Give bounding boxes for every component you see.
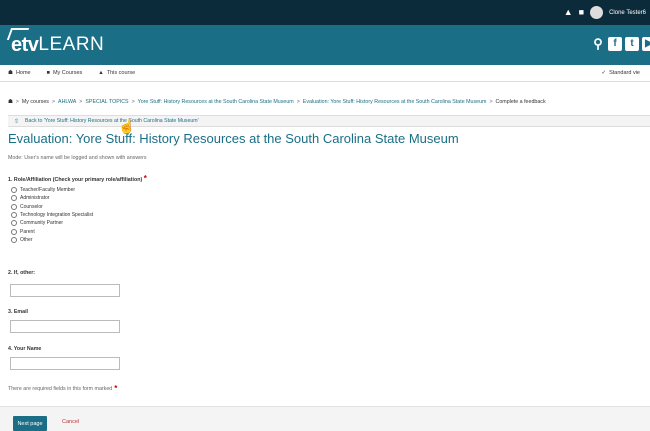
bell-icon[interactable]: ▲ bbox=[564, 0, 573, 25]
site-logo[interactable]: etv LEARN bbox=[6, 28, 105, 59]
question-4-label: 4. Your Name bbox=[8, 346, 42, 352]
breadcrumb-item[interactable]: Yore Stuff: History Resources at the Sou… bbox=[138, 99, 294, 105]
nav-this-course-label: This course bbox=[106, 70, 136, 76]
nav-my-courses[interactable]: ■ My Courses bbox=[47, 70, 83, 76]
radio-option[interactable]: Teacher/Faculty Member bbox=[11, 186, 93, 194]
breadcrumb-separator: > bbox=[131, 99, 135, 105]
required-notice: There are required fields in this form m… bbox=[8, 384, 117, 393]
home-icon: ☗ bbox=[8, 70, 13, 76]
user-name[interactable]: Clone Tester6 bbox=[609, 10, 646, 16]
youtube-icon[interactable]: ▶ bbox=[642, 37, 650, 51]
radio-button[interactable] bbox=[11, 228, 17, 235]
facebook-icon[interactable]: f bbox=[608, 37, 622, 51]
breadcrumb: ☗ > My courses > AHLWA > SPECIAL TOPICS … bbox=[0, 95, 650, 109]
radio-label: Other bbox=[20, 236, 33, 243]
search-icon[interactable]: ⚲ bbox=[591, 37, 605, 51]
question-1-label: 1. Role/Affiliation (Check your primary … bbox=[8, 177, 143, 183]
next-page-button[interactable]: Next page bbox=[13, 416, 47, 431]
navbar: ☗ Home ■ My Courses ▲ This course ✓ Stan… bbox=[0, 65, 650, 82]
radio-option[interactable]: Other bbox=[11, 236, 93, 244]
form-footer: Next page Cancel bbox=[0, 406, 650, 431]
question-2-label: 2. If, other: bbox=[8, 270, 36, 276]
breadcrumb-item[interactable]: Evaluation: Yore Stuff: History Resource… bbox=[303, 99, 487, 105]
radio-label: Parent bbox=[20, 228, 35, 235]
breadcrumb-separator: > bbox=[296, 99, 300, 105]
chat-icon[interactable]: ■ bbox=[579, 0, 584, 25]
courses-icon: ■ bbox=[46, 70, 50, 76]
avatar[interactable] bbox=[590, 6, 604, 19]
radio-label: Administrator bbox=[20, 195, 50, 202]
page-title: Evaluation: Yore Stuff: History Resource… bbox=[8, 131, 459, 146]
role-options: Teacher/Faculty Member Administrator Cou… bbox=[11, 186, 93, 244]
radio-option[interactable]: Community Partner bbox=[11, 219, 93, 227]
radio-option[interactable]: Administrator bbox=[11, 194, 93, 202]
required-icon: * bbox=[143, 174, 147, 183]
top-bar: ▲ ■ Clone Tester6 bbox=[0, 0, 650, 25]
radio-button[interactable] bbox=[11, 203, 17, 210]
wrench-icon: ✓ bbox=[601, 70, 607, 76]
radio-button[interactable] bbox=[11, 195, 17, 202]
top-bar-right: ▲ ■ Clone Tester6 bbox=[564, 0, 650, 25]
required-icon: * bbox=[114, 384, 118, 393]
radio-button[interactable] bbox=[11, 220, 17, 227]
radio-option[interactable]: Parent bbox=[11, 227, 93, 235]
breadcrumb-item[interactable]: My courses bbox=[22, 99, 49, 105]
nav-my-courses-label: My Courses bbox=[52, 70, 83, 76]
radio-button[interactable] bbox=[11, 236, 17, 243]
radio-label: Technology Integration Specialist bbox=[20, 212, 94, 219]
radio-button[interactable] bbox=[11, 212, 17, 219]
sitemap-icon: ▲ bbox=[98, 70, 104, 76]
nav-standard-view[interactable]: ✓ Standard vie bbox=[602, 70, 641, 76]
radio-option[interactable]: Counselor bbox=[11, 203, 93, 211]
radio-label: Community Partner bbox=[20, 220, 64, 227]
arrow-up-icon: ⇧ bbox=[14, 118, 20, 125]
radio-option[interactable]: Technology Integration Specialist bbox=[11, 211, 93, 219]
required-notice-text: There are required fields in this form m… bbox=[8, 385, 113, 392]
logo-learn: LEARN bbox=[38, 34, 105, 55]
twitter-icon[interactable]: t bbox=[625, 37, 639, 51]
breadcrumb-separator: > bbox=[79, 99, 83, 105]
nav-home[interactable]: ☗ Home bbox=[8, 70, 31, 76]
other-input[interactable] bbox=[10, 284, 120, 297]
radio-label: Counselor bbox=[20, 203, 43, 210]
nav-standard-view-label: Standard vie bbox=[609, 70, 640, 76]
breadcrumb-separator: > bbox=[15, 99, 19, 105]
breadcrumb-item[interactable]: AHLWA bbox=[58, 99, 76, 105]
breadcrumb-item[interactable]: SPECIAL TOPICS bbox=[85, 99, 128, 105]
mode-text: Mode: User's name will be logged and sho… bbox=[8, 155, 147, 161]
radio-button[interactable] bbox=[11, 187, 17, 194]
cancel-button[interactable]: Cancel bbox=[62, 419, 79, 425]
home-icon[interactable]: ☗ bbox=[8, 99, 13, 105]
back-link[interactable]: Back to 'Yore Stuff: History Resources a… bbox=[25, 118, 199, 124]
email-field[interactable] bbox=[10, 320, 120, 333]
nav-this-course[interactable]: ▲ This course bbox=[98, 70, 135, 76]
breadcrumb-separator: > bbox=[489, 99, 493, 105]
breadcrumb-item: Complete a feedback bbox=[495, 99, 546, 105]
breadcrumb-separator: > bbox=[51, 99, 56, 105]
question-3-label: 3. Email bbox=[8, 309, 29, 315]
nav-home-label: Home bbox=[15, 70, 31, 76]
site-banner: etv LEARN ⚲ f t ▶ bbox=[0, 25, 650, 65]
question-label: 1. Role/Affiliation (Check your primary … bbox=[8, 174, 147, 183]
name-field[interactable] bbox=[10, 357, 120, 370]
back-link-bar: ⇧ Back to 'Yore Stuff: History Resources… bbox=[8, 115, 650, 127]
banner-icons: ⚲ f t ▶ bbox=[591, 37, 650, 51]
radio-label: Teacher/Faculty Member bbox=[20, 187, 76, 194]
